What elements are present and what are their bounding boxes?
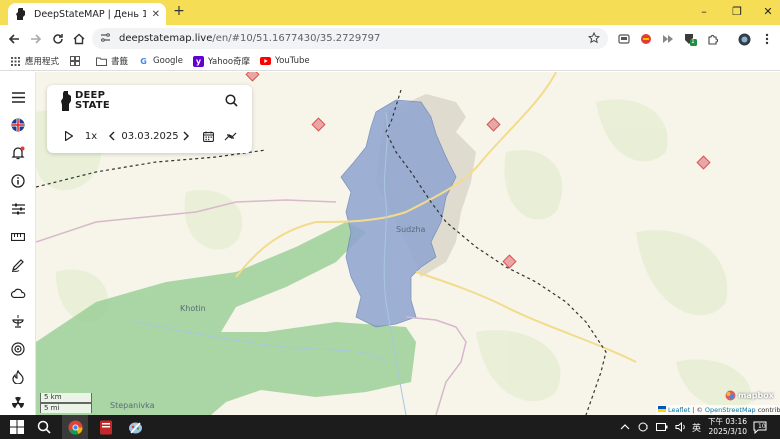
browser-tab[interactable]: DeepStateMAP | День 1111 | ✕ — [8, 3, 166, 25]
scale-bar-km: 5 km — [40, 393, 92, 403]
folder-icon — [96, 56, 108, 67]
browser-menu-icon[interactable] — [760, 32, 774, 46]
youtube-icon — [260, 56, 272, 67]
draw-pencil-icon[interactable] — [10, 257, 26, 273]
tab-title: DeepStateMAP | День 1111 | — [34, 8, 146, 20]
tab-groups-icon — [69, 56, 80, 67]
system-clock[interactable]: 下午 03:16 2025/3/10 — [707, 417, 747, 437]
extension-screen-icon[interactable] — [617, 32, 631, 46]
fire-flame-icon[interactable] — [10, 369, 26, 385]
satellite-dish-icon[interactable] — [10, 313, 26, 329]
url-text[interactable]: deepstatemap.live/en/#10/51.1677430/35.2… — [119, 33, 380, 44]
current-date[interactable]: 03.03.2025 — [121, 129, 178, 143]
deepstate-logo[interactable]: DEEP STATE — [61, 91, 110, 111]
weather-cloud-icon[interactable] — [10, 285, 26, 301]
back-arrow-icon[interactable] — [7, 32, 21, 46]
map-label-sudzha: Sudzha — [396, 225, 426, 234]
tray-volume-icon[interactable] — [675, 420, 687, 434]
openstreetmap-link[interactable]: OpenStreetMap — [705, 406, 756, 414]
bookmark-star-icon[interactable] — [587, 31, 601, 47]
windows-taskbar: 英 下午 03:16 2025/3/10 10 — [0, 415, 780, 439]
paint-app-icon[interactable] — [127, 419, 143, 435]
address-bar[interactable]: deepstatemap.live/en/#10/51.1677430/35.2… — [92, 28, 608, 49]
window-close-icon[interactable]: ✕ — [762, 6, 774, 18]
extension-forward-icon[interactable] — [661, 32, 675, 46]
map-attribution: Leaflet | © OpenStreetMap contributors — [656, 405, 780, 415]
calendar-icon[interactable] — [201, 129, 215, 143]
filters-sliders-icon[interactable] — [10, 201, 26, 217]
tray-meet-icon[interactable] — [638, 420, 650, 434]
compare-arrows-icon[interactable] — [223, 129, 237, 143]
speed-button[interactable]: 1x — [83, 129, 99, 143]
tab-strip: DeepStateMAP | День 1111 | ✕ + – ❐ ✕ — [0, 0, 780, 25]
bookmark-tab-groups[interactable] — [69, 56, 80, 67]
extensions-puzzle-icon[interactable] — [706, 32, 720, 46]
uk-flag-icon[interactable] — [10, 117, 26, 133]
tray-overflow-icon[interactable] — [620, 420, 630, 434]
forward-arrow-icon[interactable] — [29, 32, 43, 46]
leaflet-flag-icon — [658, 406, 666, 414]
play-button[interactable] — [63, 129, 75, 143]
new-tab-button[interactable]: + — [172, 4, 186, 19]
browser-toolbar: deepstatemap.live/en/#10/51.1677430/35.2… — [0, 25, 780, 52]
map-sidebar — [0, 72, 36, 415]
notification-bell-icon[interactable] — [10, 145, 26, 161]
ime-indicator[interactable]: 英 — [692, 420, 701, 434]
deepstate-favicon-icon — [14, 7, 28, 21]
minimize-icon[interactable]: – — [698, 6, 710, 18]
chrome-icon[interactable] — [67, 419, 83, 435]
ruler-icon[interactable] — [10, 229, 26, 245]
yahoo-icon: y — [193, 55, 205, 67]
map-control-panel: DEEP STATE 1x 03.03.2025 — [47, 85, 252, 153]
notification-center-icon[interactable]: 10 — [753, 420, 767, 434]
notification-count: 10 — [758, 423, 766, 430]
google-icon: G — [140, 56, 147, 66]
map-label-khotin: Khotin — [180, 304, 206, 313]
map-label-stepanivka: Stepanivka — [110, 401, 155, 410]
bookmark-yahoo[interactable]: y Yahoo奇摩 — [193, 55, 250, 67]
restore-icon[interactable]: ❐ — [731, 6, 743, 18]
bookmark-google[interactable]: G Google — [138, 56, 183, 67]
taskbar-search-icon[interactable] — [36, 419, 52, 435]
info-icon[interactable] — [10, 173, 26, 189]
mapbox-logo[interactable]: mapbox — [725, 390, 774, 401]
search-icon[interactable] — [225, 94, 239, 108]
extension-shield-icon[interactable]: 1 — [683, 32, 697, 46]
apps-grid-icon — [10, 56, 21, 67]
windows-start-icon[interactable] — [9, 419, 25, 435]
radiation-icon[interactable] — [10, 395, 26, 411]
previous-day-button[interactable] — [107, 129, 117, 143]
mapbox-logo-icon — [725, 390, 736, 401]
leaflet-link[interactable]: Leaflet — [668, 406, 690, 414]
pdf-app-icon[interactable] — [98, 419, 114, 435]
tray-battery-icon[interactable] — [656, 420, 668, 434]
scale-bar-mi: 5 mi — [40, 403, 92, 413]
menu-hamburger-icon[interactable] — [10, 89, 26, 105]
bookmark-folder[interactable]: 書籤 — [96, 55, 128, 67]
home-icon[interactable] — [72, 32, 86, 46]
site-info-icon[interactable] — [100, 32, 111, 46]
bookmarks-bar: 應用程式 書籤 G Google y Yahoo奇摩 YouTube — [0, 52, 780, 71]
next-day-button[interactable] — [181, 129, 191, 143]
deepstate-logo-icon — [61, 91, 71, 111]
extension-badge: 1 — [691, 38, 695, 45]
bookmark-apps[interactable]: 應用程式 — [10, 55, 59, 67]
profile-avatar[interactable] — [737, 32, 751, 46]
reload-icon[interactable] — [51, 32, 65, 46]
tab-close-icon[interactable]: ✕ — [152, 9, 160, 20]
target-crosshair-icon[interactable] — [10, 341, 26, 357]
extension-red-icon[interactable] — [639, 32, 653, 46]
bookmark-youtube[interactable]: YouTube — [260, 56, 310, 67]
